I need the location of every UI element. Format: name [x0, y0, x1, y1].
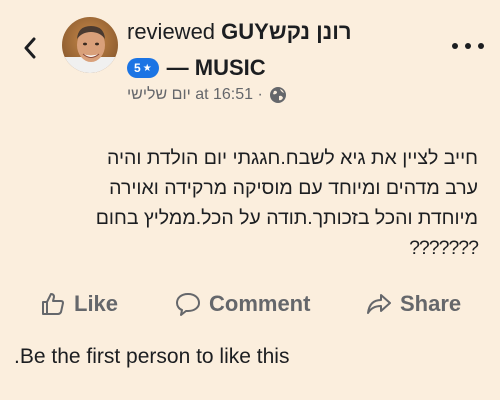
- like-label: Like: [74, 291, 119, 316]
- timestamp-row: יום שלישי at 16:51 ·: [127, 86, 287, 104]
- more-dot: [452, 43, 458, 49]
- page-name-link[interactable]: — MUSIC: [167, 55, 266, 81]
- avatar[interactable]: [62, 17, 118, 73]
- share-label: Share: [400, 291, 462, 316]
- globe-icon: [269, 87, 286, 103]
- comment-icon: [176, 293, 200, 316]
- unknown-glyphs: ???????: [409, 237, 479, 259]
- post-line: מיוחדת והכל בזכותך.תודה על הכל.ממליץ בחו…: [95, 207, 478, 229]
- reviewer-name[interactable]: GUYרונן נקש: [221, 19, 351, 44]
- like-button[interactable]: Like: [40, 286, 118, 322]
- review-post: reviewed GUYרונן נקש 5 ★ — MUSIC יום שלי…: [0, 0, 500, 400]
- post-line-glyphs: ???????: [8, 233, 479, 263]
- comment-label: Comment: [209, 291, 311, 316]
- action-bar: Like Comment Share: [0, 286, 500, 322]
- more-options-button[interactable]: [452, 36, 484, 56]
- post-line: חייב לציין את גיא לשבח.חגגתי יום הולדת ו…: [106, 147, 478, 169]
- comment-button[interactable]: Comment: [175, 286, 310, 322]
- post-line: ערב מדהים ומיוחד עם מוסיקה מרקידה ואוירה: [109, 177, 478, 199]
- share-button[interactable]: Share: [366, 286, 461, 322]
- thumbs-up-icon: [42, 293, 64, 315]
- timestamp-text[interactable]: יום שלישי at 16:51 ·: [127, 86, 263, 104]
- avatar-image: [62, 17, 118, 73]
- more-dot: [465, 43, 471, 49]
- post-body: חייב לציין את גיא לשבח.חגגתי יום הולדת ו…: [8, 143, 479, 263]
- star-icon: ★: [142, 62, 152, 74]
- more-dot: [478, 43, 484, 49]
- back-button[interactable]: [18, 34, 42, 62]
- share-arrow-icon: [367, 294, 391, 314]
- reviewed-word: reviewed: [127, 19, 216, 44]
- rating-badge: 5 ★: [127, 58, 159, 78]
- post-title: reviewed GUYרונן נקש: [127, 18, 447, 46]
- chevron-left-icon: [24, 37, 36, 59]
- likes-summary: .Be the first person to like this: [14, 345, 290, 368]
- rating-value: 5: [134, 61, 141, 75]
- subtitle-row: 5 ★ — MUSIC: [127, 55, 266, 81]
